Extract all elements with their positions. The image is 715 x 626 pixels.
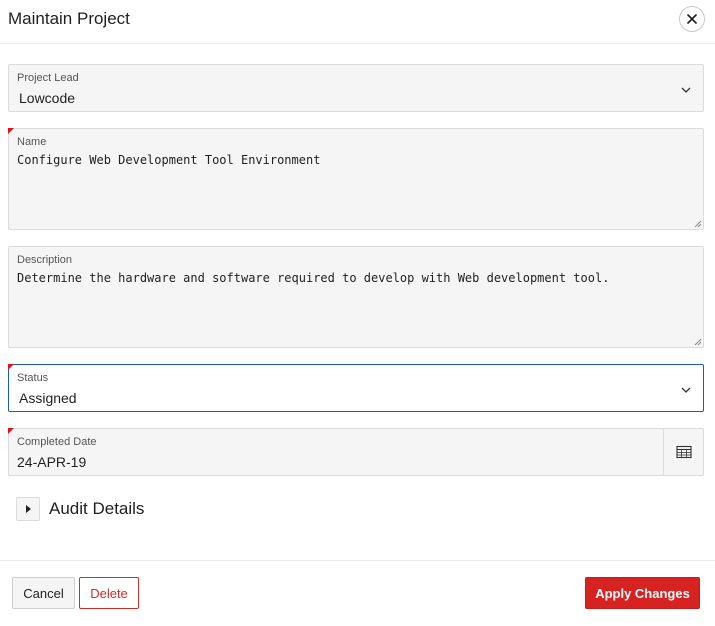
apply-changes-button[interactable]: Apply Changes bbox=[585, 577, 700, 609]
description-value: Determine the hardware and software requ… bbox=[17, 271, 610, 285]
audit-details-label: Audit Details bbox=[49, 499, 145, 518]
status-label: Status bbox=[17, 372, 49, 384]
completed-date-label: Completed Date bbox=[17, 436, 97, 448]
chevron-down-icon bbox=[681, 87, 691, 93]
expand-toggle-button[interactable] bbox=[16, 497, 40, 521]
completed-date-field[interactable]: Completed Date 24-APR-19 bbox=[8, 428, 704, 476]
name-value: Configure Web Development Tool Environme… bbox=[17, 153, 321, 167]
description-label: Description bbox=[17, 254, 73, 266]
triangle-right-icon bbox=[26, 505, 31, 513]
dialog-title: Maintain Project bbox=[8, 9, 130, 28]
dialog-footer: Cancel Delete Apply Changes bbox=[0, 560, 715, 626]
maintain-project-dialog: Maintain Project Project Lead Lowcode Na… bbox=[0, 0, 715, 626]
project-lead-label: Project Lead bbox=[17, 72, 79, 84]
chevron-down-icon bbox=[681, 387, 691, 393]
name-label: Name bbox=[17, 136, 47, 148]
audit-details-toggle[interactable]: Audit Details bbox=[16, 497, 144, 521]
project-lead-select[interactable]: Project Lead Lowcode bbox=[8, 64, 704, 112]
close-icon bbox=[687, 14, 697, 24]
status-value: Assigned bbox=[19, 390, 77, 406]
resize-handle-icon[interactable] bbox=[692, 336, 702, 346]
date-picker-button[interactable] bbox=[663, 429, 703, 475]
status-select[interactable]: Status Assigned bbox=[8, 364, 704, 412]
name-textarea[interactable]: Name Configure Web Development Tool Envi… bbox=[8, 128, 704, 230]
dialog-header: Maintain Project bbox=[0, 0, 715, 44]
resize-handle-icon[interactable] bbox=[692, 218, 702, 228]
cancel-button[interactable]: Cancel bbox=[12, 577, 75, 609]
close-button[interactable] bbox=[679, 6, 705, 32]
completed-date-value: 24-APR-19 bbox=[17, 454, 87, 470]
description-textarea[interactable]: Description Determine the hardware and s… bbox=[8, 246, 704, 348]
calendar-icon bbox=[675, 445, 692, 459]
project-lead-value: Lowcode bbox=[19, 90, 76, 106]
delete-button[interactable]: Delete bbox=[79, 577, 139, 609]
